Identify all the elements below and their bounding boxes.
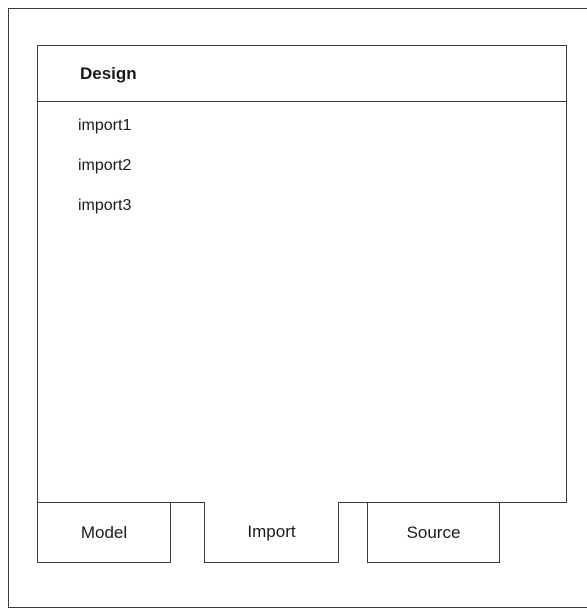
panel-header: Design xyxy=(38,46,566,102)
tab-model[interactable]: Model xyxy=(37,502,171,563)
list-item-import1[interactable]: import1 xyxy=(78,116,131,136)
import-list: import1 import2 import3 xyxy=(78,116,131,236)
tab-import[interactable]: Import xyxy=(204,502,339,563)
list-item-import3[interactable]: import3 xyxy=(78,196,131,216)
panel-title: Design xyxy=(80,64,137,83)
tab-source[interactable]: Source xyxy=(367,502,500,563)
list-item-import2[interactable]: import2 xyxy=(78,156,131,176)
design-panel: Design import1 import2 import3 xyxy=(37,45,567,503)
